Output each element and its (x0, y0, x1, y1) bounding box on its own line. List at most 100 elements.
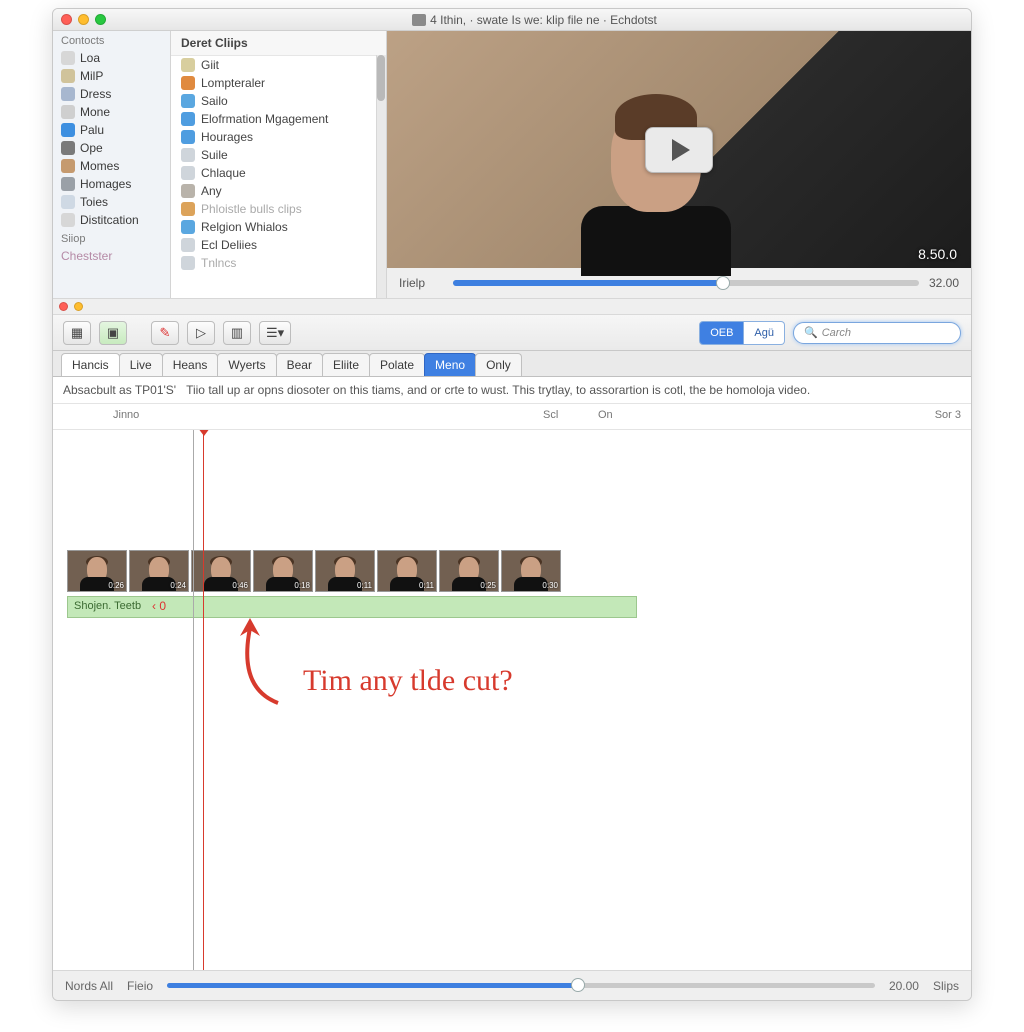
clip-label: Sailo (201, 94, 228, 108)
zoom-handle[interactable] (571, 978, 585, 992)
playhead[interactable] (203, 430, 204, 970)
timeline-thumb[interactable]: 0:26 (67, 550, 127, 592)
layout-button[interactable]: ▥ (223, 321, 251, 345)
video-track[interactable]: 0:260:240:460:180:110:110:250:30 (67, 550, 561, 592)
clip-icon (181, 148, 195, 162)
sidebar-item[interactable]: Mone (53, 103, 170, 121)
sidebar-item-label: Distitcation (80, 213, 139, 227)
time-ruler[interactable]: Jinno Scl On Sor 3 (53, 404, 971, 430)
sidebar-item[interactable]: Distitcation (53, 211, 170, 229)
clip-icon (181, 58, 195, 72)
clip-row[interactable]: Tnlncs (171, 254, 386, 272)
clip-row[interactable]: Elofrmation Mgagement (171, 110, 386, 128)
thumb-timecode: 0:25 (480, 581, 496, 590)
play-icon (672, 139, 690, 161)
timeline-thumb[interactable]: 0:24 (129, 550, 189, 592)
folder-icon (61, 87, 75, 101)
clip-row[interactable]: Ecl Deliies (171, 236, 386, 254)
tab-bear[interactable]: Bear (276, 353, 323, 376)
info-left: Absacbult as TP01'S' (63, 383, 176, 397)
info-bar: Absacbult as TP01'S' Tiio tall up ar opn… (53, 377, 971, 404)
seg-agu[interactable]: Agü (744, 321, 785, 345)
tab-bar: HancisLiveHeansWyertsBearEliitePolateMen… (53, 351, 971, 377)
clip-row[interactable]: Chlaque (171, 164, 386, 182)
ruler-tick: Sor 3 (935, 409, 961, 421)
scrub-track[interactable] (453, 280, 919, 286)
sidebar-item[interactable]: Toies (53, 193, 170, 211)
tab-polate[interactable]: Polate (369, 353, 425, 376)
tag-icon: ▷ (196, 325, 206, 341)
timeline-thumb[interactable]: 0:18 (253, 550, 313, 592)
thumb-timecode: 0:11 (419, 581, 434, 590)
clip-row[interactable]: Phloistle bulls clips (171, 200, 386, 218)
clip-icon (181, 238, 195, 252)
search-icon: 🔍 (804, 326, 818, 339)
tab-heans[interactable]: Heans (162, 353, 219, 376)
clip-icon (181, 184, 195, 198)
close-icon[interactable] (59, 302, 68, 311)
minimize-icon[interactable] (78, 14, 89, 25)
view-segmented: OEB Agü (699, 321, 785, 345)
sidebar-item[interactable]: MilP (53, 67, 170, 85)
clip-row[interactable]: Lompteraler (171, 74, 386, 92)
sidebar-item[interactable]: Chestster (53, 247, 170, 265)
list-button[interactable]: ☰▾ (259, 321, 291, 345)
folder-icon (61, 69, 75, 83)
zoom-icon[interactable] (95, 14, 106, 25)
scrollbar-thumb[interactable] (377, 55, 385, 101)
app-window: 4 Ithin, · swate Is we: klip file ne · E… (52, 8, 972, 1001)
tab-hancis[interactable]: Hancis (61, 353, 120, 376)
timeline-thumb[interactable]: 0:46 (191, 550, 251, 592)
thumb-timecode: 0:46 (232, 581, 248, 590)
clip-row[interactable]: Suile (171, 146, 386, 164)
tab-wyerts[interactable]: Wyerts (217, 353, 276, 376)
seg-oeb[interactable]: OEB (699, 321, 744, 345)
sidebar-item[interactable]: Momes (53, 157, 170, 175)
clip-label: Suile (201, 148, 228, 162)
clip-icon (181, 94, 195, 108)
status-left: Nords All (65, 979, 113, 993)
tab-live[interactable]: Live (119, 353, 163, 376)
grid-icon: ▦ (71, 325, 83, 341)
tab-only[interactable]: Only (475, 353, 522, 376)
sidebar-item[interactable]: Palu (53, 121, 170, 139)
clip-list-header: Deret Cliips (171, 31, 386, 56)
clip-row[interactable]: Relgion Whialos (171, 218, 386, 236)
clip-label: Lompteraler (201, 76, 265, 90)
timeline-thumb[interactable]: 0:11 (377, 550, 437, 592)
clip-row[interactable]: Sailo (171, 92, 386, 110)
timeline-thumb[interactable]: 0:30 (501, 550, 561, 592)
sidebar-item[interactable]: Homages (53, 175, 170, 193)
scrub-handle[interactable] (716, 276, 730, 290)
minimize-icon[interactable] (74, 302, 83, 311)
timeline[interactable]: 0:260:240:460:180:110:110:250:30 Shojen.… (53, 430, 971, 970)
marker-button[interactable]: ✎ (151, 321, 179, 345)
info-right: Tiio tall up ar opns diosoter on this ti… (176, 383, 961, 397)
close-icon[interactable] (61, 14, 72, 25)
timeline-thumb[interactable]: 0:25 (439, 550, 499, 592)
folder-icon (61, 123, 75, 137)
clip-label: Ecl Deliies (201, 238, 257, 252)
sidebar-item[interactable]: Dress (53, 85, 170, 103)
clip-icon (181, 256, 195, 270)
sidebar-item[interactable]: Ope (53, 139, 170, 157)
play-button[interactable] (645, 127, 713, 173)
zoom-slider[interactable] (167, 983, 875, 988)
tab-meno[interactable]: Meno (424, 353, 476, 376)
clip-row[interactable]: Giit (171, 56, 386, 74)
audio-marker: ‹ 0 (152, 599, 166, 613)
tab-eliite[interactable]: Eliite (322, 353, 370, 376)
sidebar-item-label: Palu (80, 123, 104, 137)
timeline-thumb[interactable]: 0:11 (315, 550, 375, 592)
video-canvas[interactable]: 8.50.0 (387, 31, 971, 268)
audio-track[interactable]: Shojen. Teetb ‹ 0 (67, 596, 637, 618)
clip-row[interactable]: Any (171, 182, 386, 200)
annotation-text: Tim any tlde cut? (303, 664, 513, 698)
tag-button[interactable]: ▷ (187, 321, 215, 345)
record-button[interactable]: ▦ (63, 321, 91, 345)
search-input[interactable]: 🔍 Carch (793, 322, 961, 344)
export-button[interactable]: ▣ (99, 321, 127, 345)
clip-row[interactable]: Hourages (171, 128, 386, 146)
layout-icon: ▥ (231, 325, 243, 341)
sidebar-item[interactable]: Loa (53, 49, 170, 67)
